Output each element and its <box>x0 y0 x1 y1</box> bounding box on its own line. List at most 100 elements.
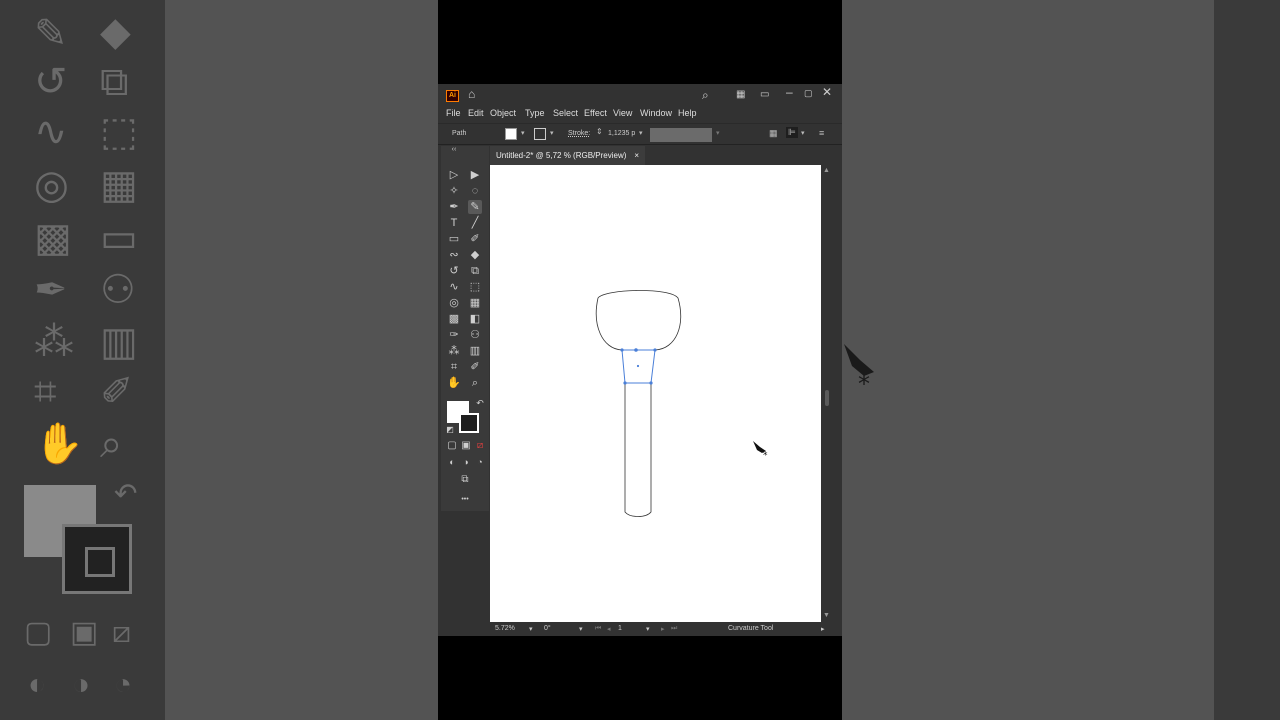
curvature-tool-icon[interactable]: ✎ <box>468 200 482 214</box>
direct-selection-tool-icon[interactable]: ▶ <box>468 168 482 182</box>
anchor-point[interactable] <box>653 348 657 352</box>
panel-menu-icon[interactable]: ≡ <box>819 128 824 138</box>
zoom-dropdown-icon[interactable]: ▾ <box>529 625 533 633</box>
blend-tool-icon[interactable]: ⚇ <box>468 328 482 342</box>
canvas-area[interactable]: * <box>490 165 833 622</box>
eyedropper-tool-icon[interactable]: ✑ <box>447 328 461 342</box>
menu-select[interactable]: Select <box>553 108 578 118</box>
transform-dropdown-icon[interactable]: ▾ <box>801 129 805 137</box>
menu-window[interactable]: Window <box>640 108 672 118</box>
anchor-point[interactable] <box>634 348 638 352</box>
artboard[interactable]: * <box>490 165 821 622</box>
last-artboard-icon[interactable]: ⏭ <box>671 625 677 633</box>
magic-wand-tool-icon[interactable]: ✧ <box>447 184 461 198</box>
spoon-handle-path[interactable] <box>624 383 652 517</box>
menu-edit[interactable]: Edit <box>468 108 484 118</box>
stroke-color-box[interactable] <box>459 413 479 433</box>
variable-width-profile[interactable] <box>650 128 712 142</box>
status-menu-arrow-icon[interactable]: ▸ <box>821 625 825 633</box>
bg-shape-builder-icon: ◎ <box>34 163 69 207</box>
close-window-button[interactable]: ✕ <box>822 85 832 99</box>
slice-tool-icon[interactable]: ✐ <box>468 360 482 374</box>
paintbrush-tool-icon[interactable]: ✐ <box>468 232 482 246</box>
artboard-number-field[interactable]: 1 <box>618 625 622 632</box>
warp-tool-icon[interactable]: ∿ <box>447 280 461 294</box>
artboard-tool-icon[interactable]: ⌗ <box>447 360 461 374</box>
workspace-switcher-icon[interactable]: ▭ <box>760 88 769 102</box>
minimize-button[interactable]: – <box>786 85 793 99</box>
menu-file[interactable]: File <box>446 108 461 118</box>
spoon-drawing[interactable] <box>490 165 821 622</box>
scale-tool-icon[interactable]: ⧉ <box>468 264 482 278</box>
edit-toolbar-more-icon[interactable]: ••• <box>454 493 476 507</box>
rotation-dropdown-icon[interactable]: ▾ <box>579 625 583 633</box>
scroll-up-arrow-icon[interactable]: ▲ <box>823 167 830 174</box>
stroke-label[interactable]: Stroke: <box>568 130 590 137</box>
stroke-weight-field[interactable]: 1,1235 p <box>608 130 635 137</box>
stroke-dropdown-chevron-icon[interactable]: ▾ <box>550 129 554 137</box>
rotation-field[interactable]: 0° <box>544 625 551 632</box>
gradient-tool-icon[interactable]: ◧ <box>468 312 482 326</box>
rotate-tool-icon[interactable]: ↺ <box>447 264 461 278</box>
profile-chevron-icon[interactable]: ▾ <box>716 129 720 137</box>
perspective-grid-tool-icon[interactable]: ▦ <box>468 296 482 310</box>
hand-tool-icon[interactable]: ✋ <box>447 376 461 390</box>
previous-artboard-icon[interactable]: ◂ <box>607 625 611 633</box>
lasso-tool-icon[interactable]: ◌ <box>468 184 482 198</box>
type-tool-icon[interactable]: T <box>447 216 461 230</box>
scroll-down-arrow-icon[interactable]: ▼ <box>823 612 830 619</box>
screen-mode-icon[interactable]: ⧉ <box>458 473 472 487</box>
first-artboard-icon[interactable]: ⏮ <box>595 625 601 633</box>
rectangle-tool-icon[interactable]: ▭ <box>447 232 461 246</box>
spoon-head-path[interactable] <box>595 290 682 351</box>
draw-inside-icon[interactable]: ◔ <box>473 455 487 469</box>
anchor-point[interactable] <box>649 381 653 385</box>
menu-help[interactable]: Help <box>678 108 697 118</box>
vertical-scrollbar[interactable]: ▲ ▼ <box>821 165 833 622</box>
menu-type[interactable]: Type <box>525 108 545 118</box>
zoom-level-field[interactable]: 5.72% <box>495 625 515 632</box>
close-tab-icon[interactable]: × <box>634 151 639 160</box>
bg-scale-icon: ⧉ <box>100 60 129 104</box>
shaper-tool-icon[interactable]: ∾ <box>447 248 461 262</box>
collapse-panel-icon[interactable]: ‹‹ <box>447 146 461 154</box>
menu-object[interactable]: Object <box>490 108 516 118</box>
symbol-sprayer-tool-icon[interactable]: ⁂ <box>447 344 461 358</box>
mesh-tool-icon[interactable]: ▩ <box>447 312 461 326</box>
scroll-thumb[interactable] <box>825 390 829 406</box>
anchor-point[interactable] <box>620 348 624 352</box>
default-colors-icon[interactable]: ◩ <box>443 423 457 437</box>
selection-tool-icon[interactable]: ▷ <box>447 168 461 182</box>
bg-curvature-cursor-icon: * <box>844 344 874 396</box>
eraser-tool-icon[interactable]: ◆ <box>468 248 482 262</box>
none-mode-icon[interactable]: ⧄ <box>473 439 487 453</box>
shape-builder-tool-icon[interactable]: ◎ <box>447 296 461 310</box>
stroke-swatch-control[interactable] <box>534 128 546 140</box>
gradient-mode-icon[interactable]: ▣ <box>459 439 473 453</box>
stroke-weight-stepper-icon[interactable]: ⇕ <box>596 127 603 136</box>
transform-icon[interactable]: ⊫ <box>786 127 798 138</box>
swap-fill-stroke-icon[interactable]: ↶ <box>473 396 487 410</box>
tab-untitled-2[interactable]: Untitled-2* @ 5,72 % (RGB/Preview) × <box>490 146 646 165</box>
pen-tool-icon[interactable]: ✒ <box>447 200 461 214</box>
draw-behind-icon[interactable]: ◑ <box>459 455 473 469</box>
column-graph-tool-icon[interactable]: ▥ <box>468 344 482 358</box>
fill-swatch-control[interactable] <box>505 128 517 140</box>
menu-view[interactable]: View <box>613 108 632 118</box>
fill-dropdown-chevron-icon[interactable]: ▾ <box>521 129 525 137</box>
anchor-point[interactable] <box>623 381 627 385</box>
free-transform-tool-icon[interactable]: ⬚ <box>468 280 482 294</box>
draw-normal-icon[interactable]: ◐ <box>445 455 459 469</box>
stroke-weight-dropdown-icon[interactable]: ▾ <box>639 129 643 137</box>
line-tool-icon[interactable]: ╱ <box>468 216 482 230</box>
color-mode-icon[interactable]: ▢ <box>445 439 459 453</box>
zoom-tool-icon[interactable]: ⌕ <box>468 376 482 390</box>
search-icon[interactable]: ⌕ <box>702 88 709 102</box>
align-panel-icon[interactable]: ▦ <box>769 128 778 139</box>
artboard-dropdown-icon[interactable]: ▾ <box>646 625 650 633</box>
menu-effect[interactable]: Effect <box>584 108 607 118</box>
home-icon[interactable]: ⌂ <box>468 87 475 101</box>
next-artboard-icon[interactable]: ▸ <box>661 625 665 633</box>
maximize-button[interactable]: ▢ <box>804 86 813 100</box>
arrange-documents-icon[interactable]: ▦ <box>736 88 745 102</box>
